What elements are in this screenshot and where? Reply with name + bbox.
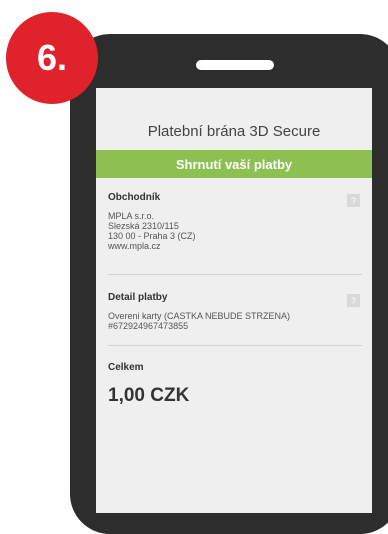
merchant-help-icon[interactable]: ? bbox=[347, 194, 360, 207]
divider bbox=[108, 274, 362, 275]
payment-detail-section: Detail platby ? Overeni karty (CASTKA NE… bbox=[108, 292, 362, 331]
payment-detail-line: #672924967473855 bbox=[108, 321, 189, 331]
summary-label: Shrnutí vaší platby bbox=[175, 156, 293, 172]
payment-help-icon[interactable]: ? bbox=[347, 294, 360, 307]
step-badge: 6. bbox=[6, 12, 98, 104]
merchant-line: www.mpla.cz bbox=[108, 241, 161, 251]
phone-speaker bbox=[196, 60, 274, 70]
merchant-line: Slezská 2310/115 bbox=[108, 221, 179, 231]
merchant-line: MPLA s.r.o. bbox=[108, 211, 155, 221]
merchant-heading: Obchodník bbox=[108, 192, 161, 203]
phone-screen: Platební brána 3D Secure Shrnutí vaší pl… bbox=[96, 88, 372, 513]
gateway-title: Platební brána 3D Secure bbox=[147, 123, 321, 140]
payment-detail-heading: Detail platby bbox=[108, 292, 168, 303]
total-amount: 1,00 CZK bbox=[108, 385, 190, 406]
total-heading: Celkem bbox=[108, 362, 144, 373]
step-number: 6. bbox=[36, 37, 68, 78]
summary-header: Shrnutí vaší platby bbox=[96, 150, 372, 178]
total-section: Celkem 1,00 CZK bbox=[108, 362, 362, 407]
divider bbox=[108, 345, 362, 346]
merchant-section: Obchodník ? MPLA s.r.o. Slezská 2310/115… bbox=[108, 192, 362, 251]
merchant-line: 130 00 - Praha 3 (CZ) bbox=[108, 231, 196, 241]
payment-detail-line: Overeni karty (CASTKA NEBUDE STRZENA) bbox=[108, 311, 291, 321]
